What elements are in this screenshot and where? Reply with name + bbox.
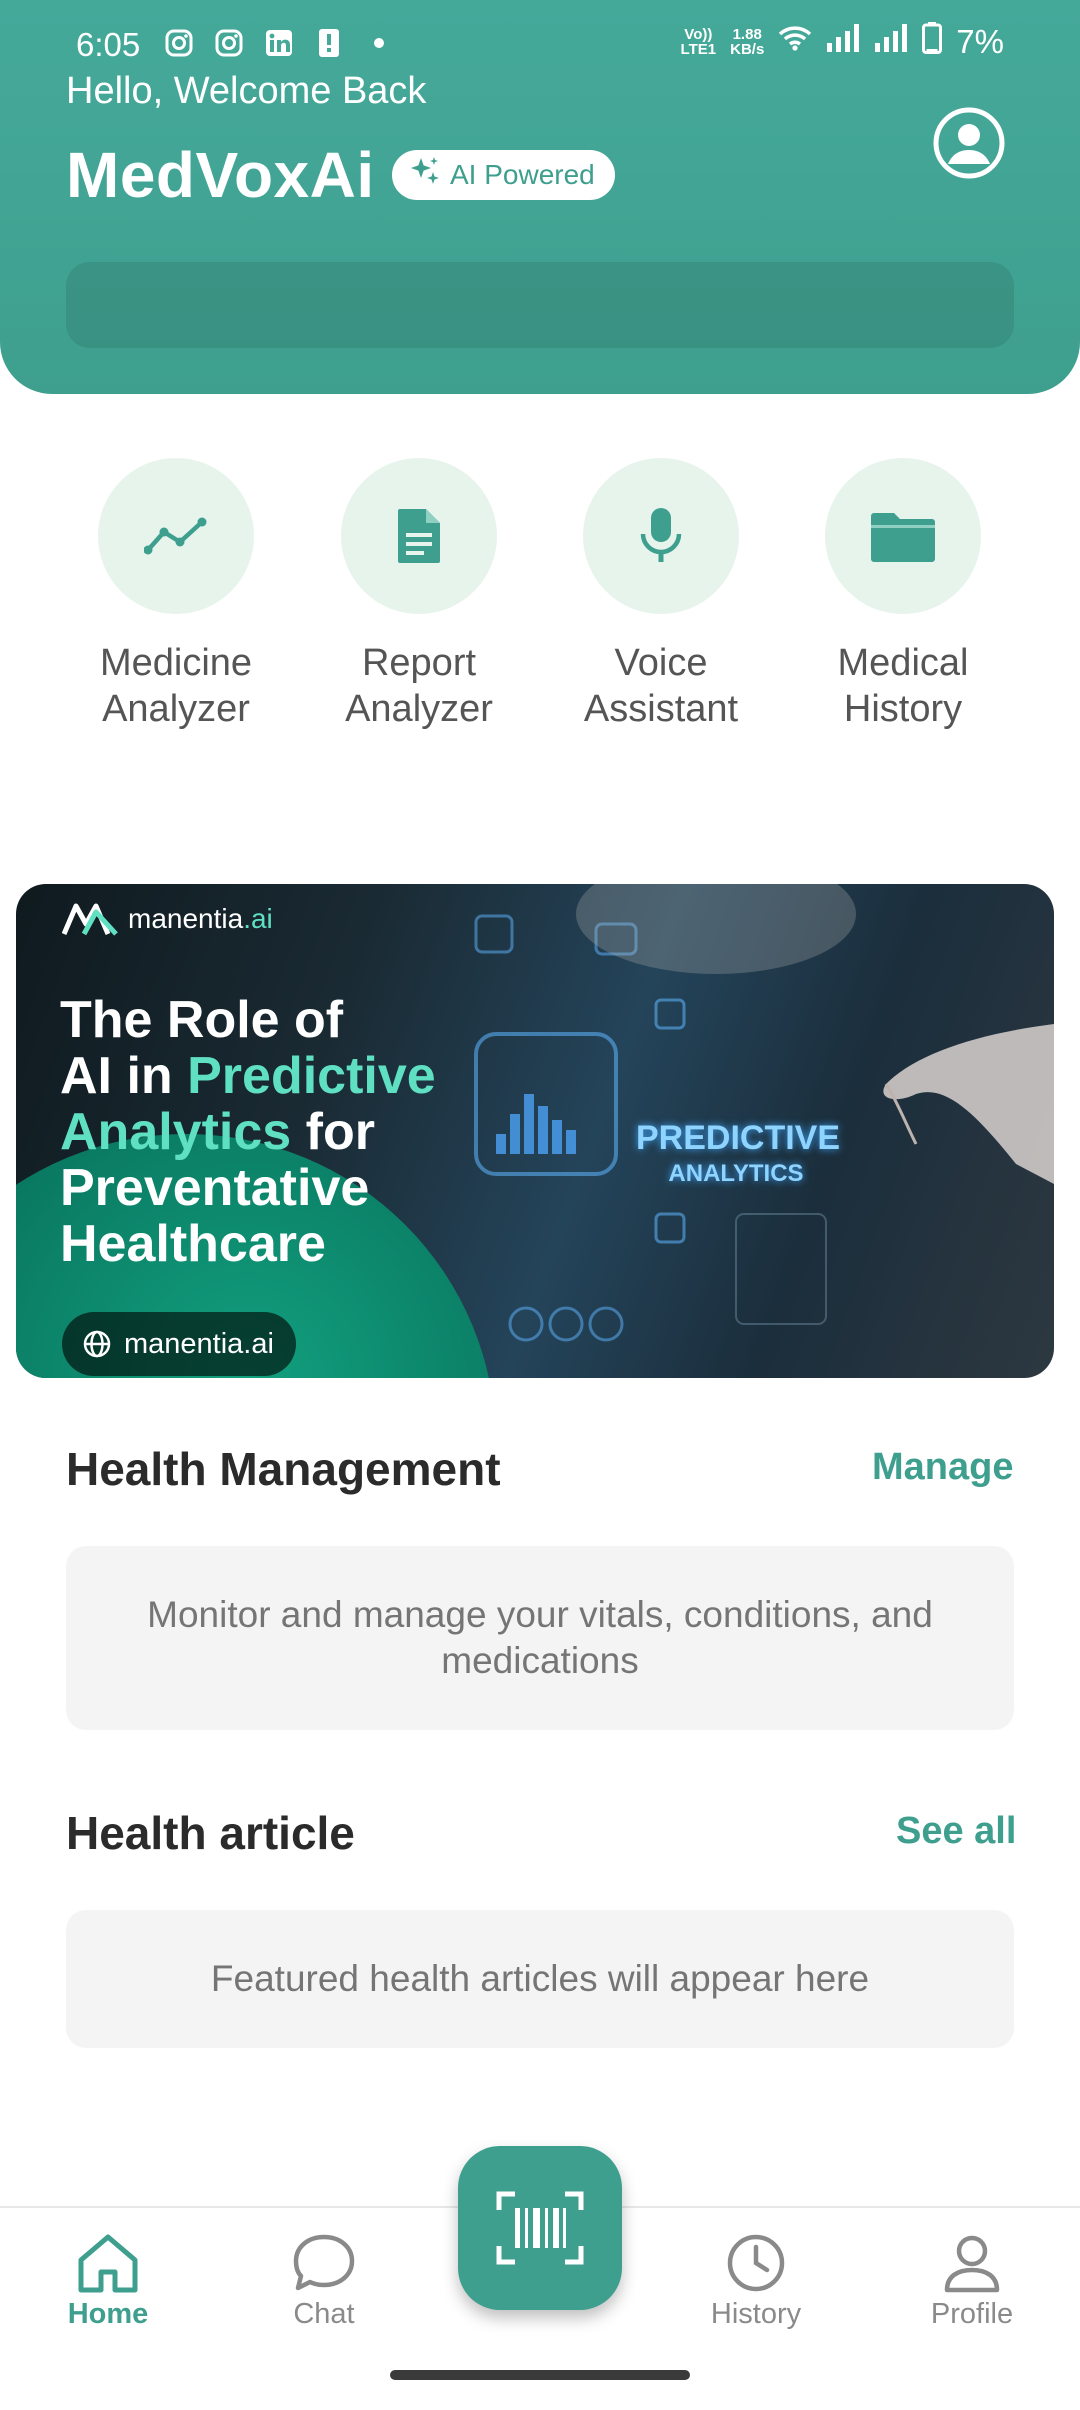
notification-icons — [164, 28, 394, 58]
folder-icon — [871, 513, 935, 562]
health-article-placeholder: Featured health articles will appear her… — [210, 1958, 870, 1999]
battery-icon — [922, 22, 943, 62]
greeting: Hello, Welcome Back — [66, 70, 427, 112]
user-circle-icon — [933, 107, 1005, 179]
ai-badge-label: AI Powered — [450, 159, 595, 190]
search-bar[interactable] — [66, 262, 1014, 348]
nav-profile-label: Profile — [930, 2298, 1014, 2330]
barcode-scan-icon — [496, 2191, 584, 2265]
health-management-title: Health Management — [66, 1443, 501, 1495]
voice-assistant-icon-circle — [583, 458, 739, 614]
medicine-analyzer-label: Medicine Analyzer — [99, 642, 253, 730]
chat-bubble-icon — [244, 2228, 404, 2298]
manentia-logo-icon — [62, 903, 118, 936]
dot-icon — [364, 28, 394, 58]
network-speed: 1.88 KB/s — [730, 26, 765, 58]
status-time: 6:05 — [76, 26, 141, 63]
medicine-analyzer-button[interactable]: Medicine Analyzer — [66, 458, 286, 732]
banner-brand-name: manentia — [128, 903, 244, 934]
health-article-card: Featured health articles will appear her… — [66, 1910, 1014, 2048]
see-all-link[interactable]: See all — [896, 1810, 1016, 1853]
wifi-icon — [778, 24, 812, 60]
health-management-description: Monitor and manage your vitals, conditio… — [147, 1594, 933, 1681]
voice-assistant-button[interactable]: Voice Assistant — [551, 458, 771, 732]
alert-icon — [314, 28, 344, 58]
microphone-icon — [640, 508, 682, 562]
report-analyzer-button[interactable]: Report Analyzer — [309, 458, 529, 732]
home-indicator — [390, 2370, 690, 2380]
linkedin-icon — [264, 28, 294, 58]
app-title: MedVoxAi — [66, 139, 375, 211]
nav-home[interactable]: Home — [28, 2228, 188, 2331]
banner-site-label: manentia.ai — [124, 1327, 274, 1360]
report-analyzer-label: Report Analyzer — [345, 642, 493, 730]
home-icon — [28, 2228, 188, 2298]
signal-icon — [874, 23, 908, 61]
banner-brand-logo: manentia.ai — [62, 902, 273, 936]
instagram-icon — [214, 28, 244, 58]
banner-brand-suffix: .ai — [243, 903, 273, 934]
medicine-analyzer-icon-circle — [98, 458, 254, 614]
medical-history-icon-circle — [825, 458, 981, 614]
banner-site-pill: manentia.ai — [62, 1312, 296, 1376]
promo-banner[interactable]: manentia.ai The Role of AI in Predictive… — [16, 884, 1054, 1378]
nav-home-label: Home — [67, 2298, 149, 2330]
trend-line-icon — [144, 517, 207, 555]
nav-chat[interactable]: Chat — [244, 2228, 404, 2331]
banner-headline: The Role of AI in Predictive Analytics f… — [60, 991, 436, 1273]
nav-history-label: History — [710, 2298, 802, 2330]
medical-history-button[interactable]: Medical History — [793, 458, 1013, 732]
nav-profile[interactable]: Profile — [892, 2228, 1052, 2331]
nav-chat-label: Chat — [293, 2298, 355, 2330]
manage-link[interactable]: Manage — [872, 1446, 1013, 1489]
report-analyzer-icon-circle — [341, 458, 497, 614]
clock-icon — [676, 2228, 836, 2298]
document-icon — [398, 509, 440, 563]
signal-icon — [826, 23, 860, 61]
profile-avatar-button[interactable] — [932, 106, 1006, 180]
status-right: Vo)) LTE1 1.88 KB/s 7% — [681, 22, 1004, 62]
medical-history-label: Medical History — [837, 642, 969, 730]
ai-powered-badge: AI Powered — [392, 150, 615, 200]
voice-assistant-label: Voice Assistant — [583, 642, 739, 730]
sparkle-icon — [408, 155, 442, 196]
banner-predictive-panel: PREDICTIVE ANALYTICS — [636, 1119, 841, 1187]
nav-history[interactable]: History — [676, 2228, 836, 2331]
health-management-card[interactable]: Monitor and manage your vitals, conditio… — [66, 1546, 1014, 1730]
instagram-icon — [164, 28, 194, 58]
health-article-title: Health article — [66, 1807, 355, 1859]
scan-barcode-button[interactable] — [458, 2146, 622, 2310]
header: 6:05 Vo)) LTE1 1.88 KB/s 7% Hello, Welco… — [0, 0, 1080, 394]
globe-icon — [83, 1330, 111, 1358]
volte-indicator: Vo)) LTE1 — [680, 26, 717, 58]
person-icon — [892, 2228, 1052, 2298]
battery-level: 7% — [956, 23, 1004, 60]
quick-actions: Medicine Analyzer Report Analyzer Voice … — [0, 458, 1080, 738]
